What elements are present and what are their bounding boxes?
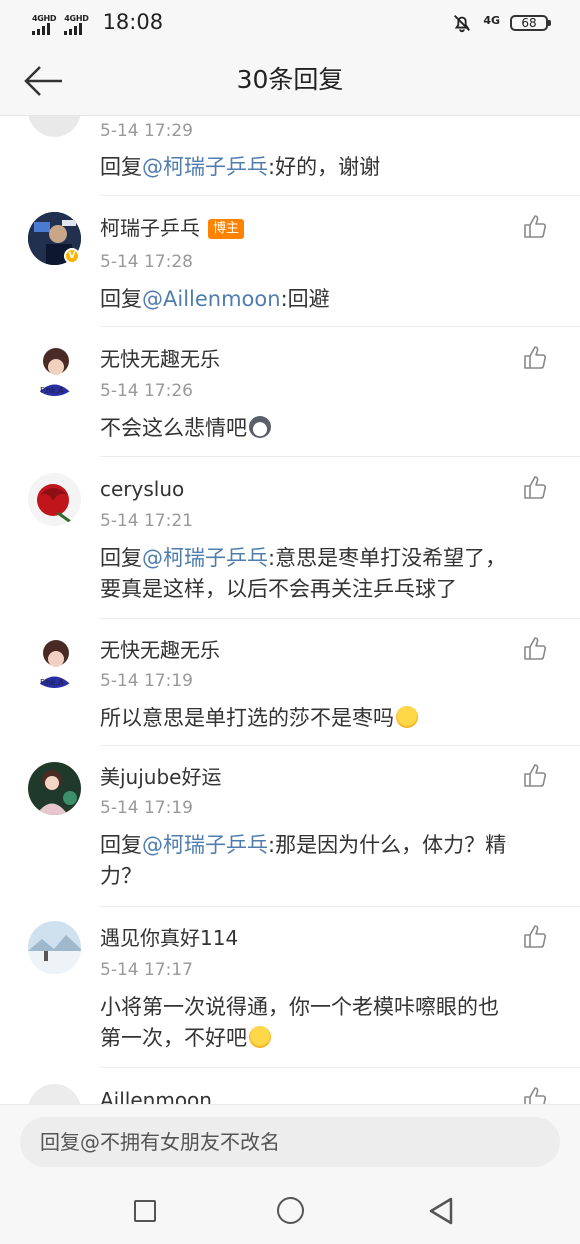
username[interactable]: Aillenmoon	[100, 1087, 212, 1104]
reply-body-line2: 要真是这样，以后不会再关注乒乓球了	[100, 577, 457, 601]
thumbs-up-icon[interactable]	[522, 344, 548, 370]
username[interactable]: 遇见你真好114	[100, 925, 238, 951]
reply-body-line2: 力？	[100, 864, 142, 888]
mention-link[interactable]: @Aillenmoon	[142, 287, 281, 311]
comment-body: 不会这么悲情吧	[100, 416, 247, 440]
grinning-face-emoji-icon	[249, 1026, 271, 1048]
mention-link[interactable]: @柯瑞子乒乓	[142, 833, 268, 857]
title-bar: 30条回复	[0, 46, 580, 116]
verified-badge-icon: V	[64, 248, 80, 264]
comment-item: 美jujube好运 5-14 17:19 回复@柯瑞子乒乓:那是因为什么，体力？…	[0, 746, 580, 906]
comment-text: 回复@柯瑞子乒乓:意思是枣单打没希望了， 要真是这样，以后不会再关注乒乓球了	[100, 543, 560, 605]
comment-item: V 柯瑞子乒乓 博主 5-14 17:28 回复@Aillenmoon:回避	[0, 196, 580, 326]
reply-body: :意思是枣单打没希望了，	[268, 546, 507, 570]
signal-sim1-icon: 4GHD	[32, 14, 57, 35]
thumbs-up-icon[interactable]	[522, 762, 548, 788]
network-icon: 4G	[483, 13, 500, 27]
comment-item: F.hk.A 无快无趣无乐 5-14 17:19 所以意思是单打选的莎不是枣吗	[0, 619, 580, 745]
reply-prefix: 回复	[100, 155, 142, 179]
username[interactable]: 无快无趣无乐	[100, 637, 220, 663]
bell-muted-icon	[454, 15, 471, 33]
comment-time: 5-14 17:26	[100, 381, 193, 401]
bottom-bar: 回复@不拥有女朋友不改名	[0, 1104, 580, 1244]
thumbs-up-icon[interactable]	[522, 1085, 548, 1104]
reply-body: :回避	[280, 287, 330, 311]
avatar[interactable]	[28, 1084, 81, 1104]
username[interactable]: 无快无趣无乐	[100, 346, 220, 372]
sim2-label: 4GHD	[64, 14, 89, 23]
svg-text:F.hk.A: F.hk.A	[40, 386, 64, 395]
mention-link[interactable]: @柯瑞子乒乓	[142, 155, 268, 179]
comment-time: 5-14 17:17	[100, 960, 193, 980]
comment-item: Aillenmoon	[0, 1068, 580, 1104]
avatar[interactable]: F.hk.A	[28, 343, 81, 396]
crying-face-emoji-icon	[396, 706, 418, 728]
recent-apps-icon[interactable]	[134, 1200, 156, 1222]
avatar[interactable]	[28, 116, 81, 137]
comment-time: 5-14 17:28	[100, 252, 193, 272]
username[interactable]: cerysluo	[100, 476, 184, 502]
comment-time: 5-14 17:19	[100, 671, 193, 691]
comment-list[interactable]: 5-14 17:29 回复@柯瑞子乒乓:好的，谢谢 V 柯瑞子乒乓 博主 5-14…	[0, 116, 580, 1104]
svg-text:F.hk.A: F.hk.A	[40, 678, 64, 687]
dog-face-emoji-icon	[249, 416, 271, 438]
avatar[interactable]	[28, 762, 81, 815]
avatar[interactable]: F.hk.A	[28, 635, 81, 688]
comment-body: 小将第一次说得通，你一个老模咔嚓眼的也	[100, 995, 499, 1019]
comment-text: 小将第一次说得通，你一个老模咔嚓眼的也 第一次，不好吧	[100, 992, 560, 1054]
comment-body-line2: 第一次，不好吧	[100, 1026, 247, 1050]
signal-sim2-icon: 4GHD	[64, 14, 89, 35]
thumbs-up-icon[interactable]	[522, 213, 548, 239]
battery-level: 68	[521, 16, 537, 30]
status-bar: 4GHD 4GHD 18:08 4G 68	[0, 0, 580, 46]
comment-text: 回复@Aillenmoon:回避	[100, 284, 560, 315]
battery-icon: 68	[510, 15, 551, 31]
comment-item: F.hk.A 无快无趣无乐 5-14 17:26 不会这么悲情吧	[0, 327, 580, 456]
comment-text: 不会这么悲情吧	[100, 413, 560, 444]
reply-prefix: 回复	[100, 287, 142, 311]
thumbs-up-icon[interactable]	[522, 474, 548, 500]
reply-input[interactable]: 回复@不拥有女朋友不改名	[20, 1117, 560, 1167]
comment-body: 所以意思是单打选的莎不是枣吗	[100, 706, 394, 730]
sim1-label: 4GHD	[32, 14, 57, 23]
comment-item: 遇见你真好114 5-14 17:17 小将第一次说得通，你一个老模咔嚓眼的也第…	[0, 907, 580, 1067]
username[interactable]: 美jujube好运	[100, 764, 221, 790]
author-badge: 博主	[208, 219, 245, 239]
clock: 18:08	[102, 10, 164, 34]
comment-time: 5-14 17:19	[100, 798, 193, 818]
comment-text: 回复@柯瑞子乒乓:好的，谢谢	[100, 152, 560, 183]
nav-back-triangle-icon[interactable]	[427, 1196, 455, 1226]
comment-item: 5-14 17:29 回复@柯瑞子乒乓:好的，谢谢	[0, 116, 580, 196]
thumbs-up-icon[interactable]	[522, 635, 548, 661]
page-title: 30条回复	[236, 65, 344, 94]
comment-time: 5-14 17:21	[100, 511, 193, 531]
reply-prefix: 回复	[100, 546, 142, 570]
reply-body: :好的，谢谢	[268, 155, 381, 179]
comment-time: 5-14 17:29	[100, 121, 193, 141]
avatar[interactable]	[28, 921, 81, 974]
username-text: 柯瑞子乒乓	[100, 216, 200, 240]
avatar[interactable]	[28, 473, 81, 526]
home-icon[interactable]	[277, 1197, 304, 1224]
reply-prefix: 回复	[100, 833, 142, 857]
mention-link[interactable]: @柯瑞子乒乓	[142, 546, 268, 570]
comment-text: 回复@柯瑞子乒乓:那是因为什么，体力？精力？	[100, 830, 560, 892]
reply-body: :那是因为什么，体力？精	[268, 833, 507, 857]
username[interactable]: 柯瑞子乒乓 博主	[100, 215, 245, 241]
comment-text: 所以意思是单打选的莎不是枣吗	[100, 703, 560, 734]
thumbs-up-icon[interactable]	[522, 923, 548, 949]
comment-item: cerysluo 5-14 17:21 回复@柯瑞子乒乓:意思是枣单打没希望了，…	[0, 457, 580, 618]
